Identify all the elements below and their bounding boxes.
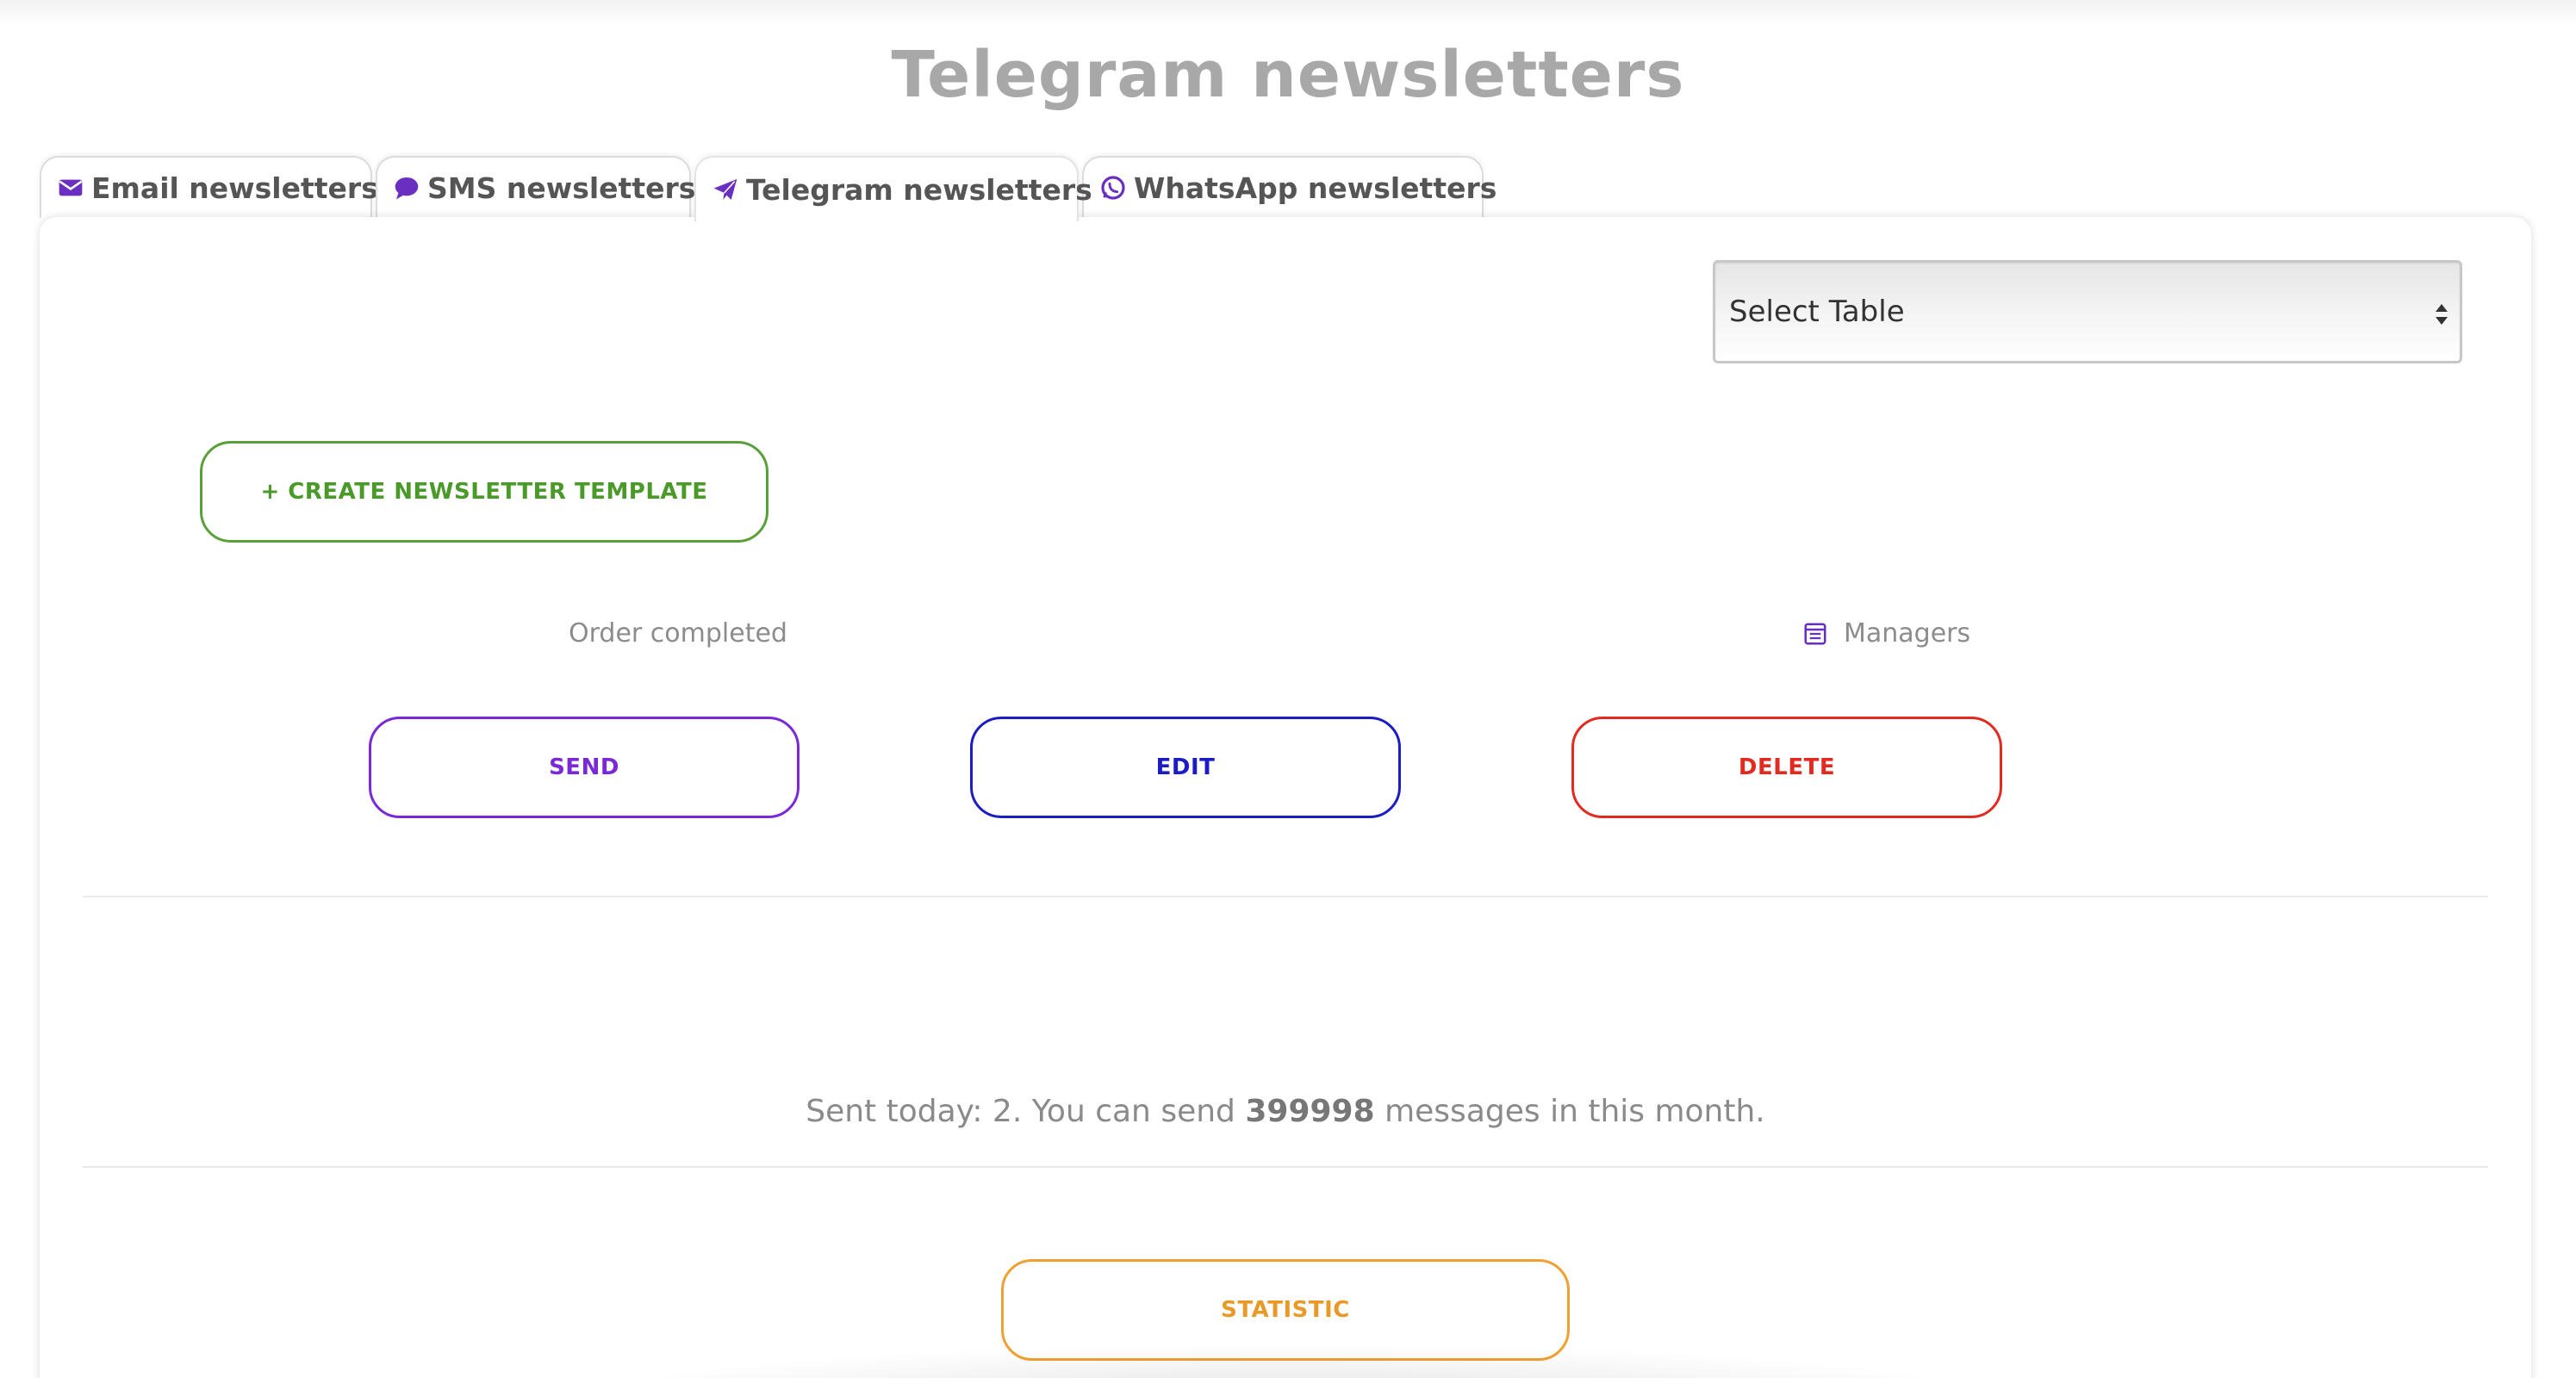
page: Telegram newsletters Email newsletters S… [0,0,2576,1378]
bottom-shade [586,1344,1999,1378]
newsletter-name: Order completed [569,618,787,649]
whatsapp-icon [1099,172,1127,203]
paper-plane-icon [712,174,739,205]
tab-label: Email newsletters [91,171,378,205]
edit-button[interactable]: Edit [970,717,1401,818]
tab-content-panel: Select Table + Create newsletter templat… [40,217,2531,1378]
select-table-value: Select Table [1729,295,1905,329]
sent-stats-remaining: 399998 [1245,1094,1375,1129]
tab-sms-newsletters[interactable]: SMS newsletters [376,156,695,218]
send-button[interactable]: Send [369,717,800,818]
sent-stats-prefix: Sent today: 2. You can send [806,1094,1246,1129]
select-table-dropdown[interactable]: Select Table [1713,260,2462,363]
divider [83,896,2488,897]
tab-whatsapp-newsletters[interactable]: WhatsApp newsletters [1082,156,1496,218]
tab-label: WhatsApp newsletters [1134,171,1497,205]
tab-label: Telegram newsletters [746,172,1092,207]
list-icon [1802,621,1828,647]
delete-button[interactable]: Delete [1571,717,2002,818]
divider [83,1166,2488,1168]
sent-stats: Sent today: 2. You can send 399998 messa… [40,1094,2531,1129]
tab-label: SMS newsletters [427,171,696,205]
speech-bubble-icon [393,172,420,203]
create-newsletter-template-button[interactable]: + Create newsletter template [200,441,768,543]
sent-stats-suffix: messages in this month. [1374,1094,1765,1129]
top-shade [0,0,2576,26]
tab-email-newsletters[interactable]: Email newsletters [40,156,378,218]
envelope-icon [57,172,84,203]
newsletter-recipients: Managers [1802,618,1970,649]
tab-telegram-newsletters[interactable]: Telegram newsletters [694,156,1092,221]
recipients-label: Managers [1844,618,1971,649]
page-title: Telegram newsletters [891,38,1685,112]
select-arrows-icon [2434,301,2449,328]
